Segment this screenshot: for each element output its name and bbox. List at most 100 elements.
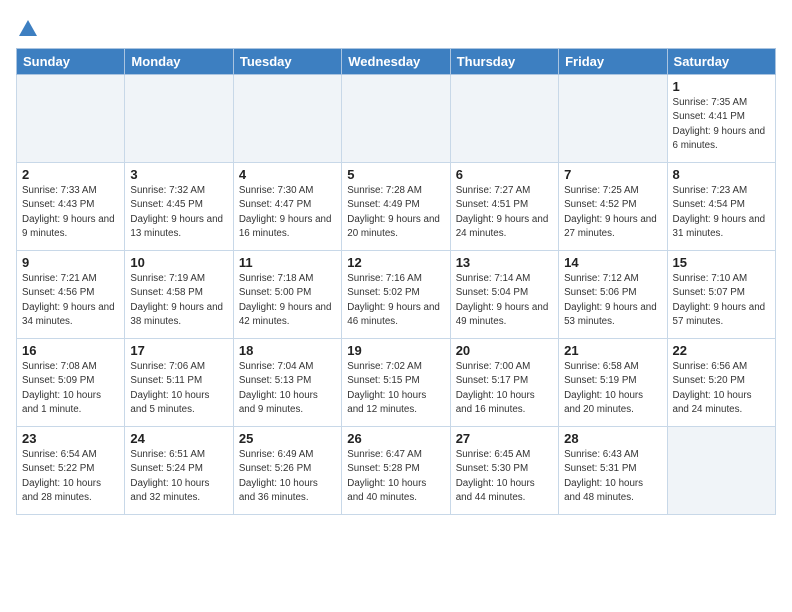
calendar-day-cell: 23 Sunrise: 6:54 AM Sunset: 5:22 PM Dayli… [17, 427, 125, 515]
day-number: 4 [239, 167, 336, 182]
day-number: 9 [22, 255, 119, 270]
day-number: 14 [564, 255, 661, 270]
calendar-day-cell: 24 Sunrise: 6:51 AM Sunset: 5:24 PM Dayli… [125, 427, 233, 515]
day-number: 26 [347, 431, 444, 446]
calendar-day-cell: 26 Sunrise: 6:47 AM Sunset: 5:28 PM Dayli… [342, 427, 450, 515]
day-of-week-header: Tuesday [233, 49, 341, 75]
day-of-week-header: Saturday [667, 49, 775, 75]
calendar-day-cell: 7 Sunrise: 7:25 AM Sunset: 4:52 PM Daylig… [559, 163, 667, 251]
calendar-week-row: 16Sunrise: 7:08 AM Sunset: 5:09 PM Dayli… [17, 339, 776, 427]
calendar-day-cell [559, 75, 667, 163]
day-number: 22 [673, 343, 770, 358]
logo-text [16, 16, 39, 40]
day-info: Sunrise: 7:19 AM Sunset: 4:58 PM Dayligh… [130, 272, 227, 329]
calendar-day-cell: 10 Sunrise: 7:19 AM Sunset: 4:58 PM Dayli… [125, 251, 233, 339]
calendar-day-cell [342, 75, 450, 163]
day-number: 24 [130, 431, 227, 446]
calendar-day-cell [17, 75, 125, 163]
calendar-day-cell: 17 Sunrise: 7:06 AM Sunset: 5:11 PM Dayli… [125, 339, 233, 427]
calendar-day-cell: 6 Sunrise: 7:27 AM Sunset: 4:51 PM Daylig… [450, 163, 558, 251]
day-info: Sunrise: 7:28 AM Sunset: 4:49 PM Dayligh… [347, 184, 444, 241]
day-number: 1 [673, 79, 770, 94]
day-info: Sunrise: 7:18 AM Sunset: 5:00 PM Dayligh… [239, 272, 336, 329]
logo [16, 16, 39, 38]
day-of-week-header: Wednesday [342, 49, 450, 75]
calendar-header-row: SundayMondayTuesdayWednesdayThursdayFrid… [17, 49, 776, 75]
day-number: 10 [130, 255, 227, 270]
day-info: Sunrise: 7:10 AM Sunset: 5:07 PM Dayligh… [673, 272, 770, 329]
day-number: 21 [564, 343, 661, 358]
calendar-day-cell: 15 Sunrise: 7:10 AM Sunset: 5:07 PM Dayli… [667, 251, 775, 339]
day-info: Sunrise: 7:27 AM Sunset: 4:51 PM Dayligh… [456, 184, 553, 241]
page-header [16, 16, 776, 38]
calendar-day-cell: 3 Sunrise: 7:32 AM Sunset: 4:45 PM Daylig… [125, 163, 233, 251]
calendar-day-cell [450, 75, 558, 163]
calendar-day-cell: 8Sunrise: 7:23 AM Sunset: 4:54 PM Daylig… [667, 163, 775, 251]
calendar-day-cell: 2 Sunrise: 7:33 AM Sunset: 4:43 PM Daylig… [17, 163, 125, 251]
day-number: 19 [347, 343, 444, 358]
day-number: 15 [673, 255, 770, 270]
day-number: 3 [130, 167, 227, 182]
logo-icon [17, 18, 39, 40]
calendar-day-cell: 13Sunrise: 7:14 AM Sunset: 5:04 PM Dayli… [450, 251, 558, 339]
calendar-day-cell: 4 Sunrise: 7:30 AM Sunset: 4:47 PM Daylig… [233, 163, 341, 251]
calendar-day-cell [667, 427, 775, 515]
day-info: Sunrise: 7:12 AM Sunset: 5:06 PM Dayligh… [564, 272, 661, 329]
day-info: Sunrise: 7:23 AM Sunset: 4:54 PM Dayligh… [673, 184, 770, 241]
calendar-day-cell: 20Sunrise: 7:00 AM Sunset: 5:17 PM Dayli… [450, 339, 558, 427]
day-of-week-header: Friday [559, 49, 667, 75]
day-number: 2 [22, 167, 119, 182]
calendar-week-row: 2 Sunrise: 7:33 AM Sunset: 4:43 PM Daylig… [17, 163, 776, 251]
day-number: 18 [239, 343, 336, 358]
calendar-day-cell: 25 Sunrise: 6:49 AM Sunset: 5:26 PM Dayli… [233, 427, 341, 515]
day-of-week-header: Sunday [17, 49, 125, 75]
day-info: Sunrise: 6:54 AM Sunset: 5:22 PM Dayligh… [22, 448, 119, 505]
day-info: Sunrise: 6:49 AM Sunset: 5:26 PM Dayligh… [239, 448, 336, 505]
calendar-week-row: 23 Sunrise: 6:54 AM Sunset: 5:22 PM Dayli… [17, 427, 776, 515]
day-of-week-header: Monday [125, 49, 233, 75]
day-info: Sunrise: 6:43 AM Sunset: 5:31 PM Dayligh… [564, 448, 661, 505]
calendar-day-cell: 22 Sunrise: 6:56 AM Sunset: 5:20 PM Dayli… [667, 339, 775, 427]
calendar-day-cell: 5 Sunrise: 7:28 AM Sunset: 4:49 PM Daylig… [342, 163, 450, 251]
day-info: Sunrise: 7:02 AM Sunset: 5:15 PM Dayligh… [347, 360, 444, 417]
day-info: Sunrise: 7:21 AM Sunset: 4:56 PM Dayligh… [22, 272, 119, 329]
day-number: 6 [456, 167, 553, 182]
day-info: Sunrise: 6:47 AM Sunset: 5:28 PM Dayligh… [347, 448, 444, 505]
calendar-week-row: 1 Sunrise: 7:35 AM Sunset: 4:41 PM Daylig… [17, 75, 776, 163]
day-info: Sunrise: 7:30 AM Sunset: 4:47 PM Dayligh… [239, 184, 336, 241]
day-number: 5 [347, 167, 444, 182]
day-info: Sunrise: 7:35 AM Sunset: 4:41 PM Dayligh… [673, 96, 770, 153]
day-info: Sunrise: 6:56 AM Sunset: 5:20 PM Dayligh… [673, 360, 770, 417]
calendar-week-row: 9 Sunrise: 7:21 AM Sunset: 4:56 PM Daylig… [17, 251, 776, 339]
calendar-day-cell: 19 Sunrise: 7:02 AM Sunset: 5:15 PM Dayli… [342, 339, 450, 427]
day-info: Sunrise: 7:33 AM Sunset: 4:43 PM Dayligh… [22, 184, 119, 241]
day-info: Sunrise: 6:45 AM Sunset: 5:30 PM Dayligh… [456, 448, 553, 505]
calendar-day-cell: 21Sunrise: 6:58 AM Sunset: 5:19 PM Dayli… [559, 339, 667, 427]
day-info: Sunrise: 7:06 AM Sunset: 5:11 PM Dayligh… [130, 360, 227, 417]
calendar-day-cell: 9 Sunrise: 7:21 AM Sunset: 4:56 PM Daylig… [17, 251, 125, 339]
calendar-day-cell: 11 Sunrise: 7:18 AM Sunset: 5:00 PM Dayli… [233, 251, 341, 339]
day-number: 27 [456, 431, 553, 446]
calendar-day-cell: 1 Sunrise: 7:35 AM Sunset: 4:41 PM Daylig… [667, 75, 775, 163]
day-number: 23 [22, 431, 119, 446]
day-info: Sunrise: 7:32 AM Sunset: 4:45 PM Dayligh… [130, 184, 227, 241]
day-number: 12 [347, 255, 444, 270]
day-number: 28 [564, 431, 661, 446]
calendar-day-cell [125, 75, 233, 163]
day-info: Sunrise: 6:51 AM Sunset: 5:24 PM Dayligh… [130, 448, 227, 505]
calendar: SundayMondayTuesdayWednesdayThursdayFrid… [16, 48, 776, 515]
day-number: 7 [564, 167, 661, 182]
day-number: 17 [130, 343, 227, 358]
day-info: Sunrise: 7:16 AM Sunset: 5:02 PM Dayligh… [347, 272, 444, 329]
calendar-day-cell [233, 75, 341, 163]
calendar-day-cell: 18 Sunrise: 7:04 AM Sunset: 5:13 PM Dayli… [233, 339, 341, 427]
day-info: Sunrise: 7:04 AM Sunset: 5:13 PM Dayligh… [239, 360, 336, 417]
day-of-week-header: Thursday [450, 49, 558, 75]
calendar-day-cell: 12 Sunrise: 7:16 AM Sunset: 5:02 PM Dayli… [342, 251, 450, 339]
day-info: Sunrise: 7:08 AM Sunset: 5:09 PM Dayligh… [22, 360, 119, 417]
day-number: 25 [239, 431, 336, 446]
day-number: 11 [239, 255, 336, 270]
calendar-day-cell: 16Sunrise: 7:08 AM Sunset: 5:09 PM Dayli… [17, 339, 125, 427]
day-info: Sunrise: 7:25 AM Sunset: 4:52 PM Dayligh… [564, 184, 661, 241]
calendar-day-cell: 14 Sunrise: 7:12 AM Sunset: 5:06 PM Dayli… [559, 251, 667, 339]
